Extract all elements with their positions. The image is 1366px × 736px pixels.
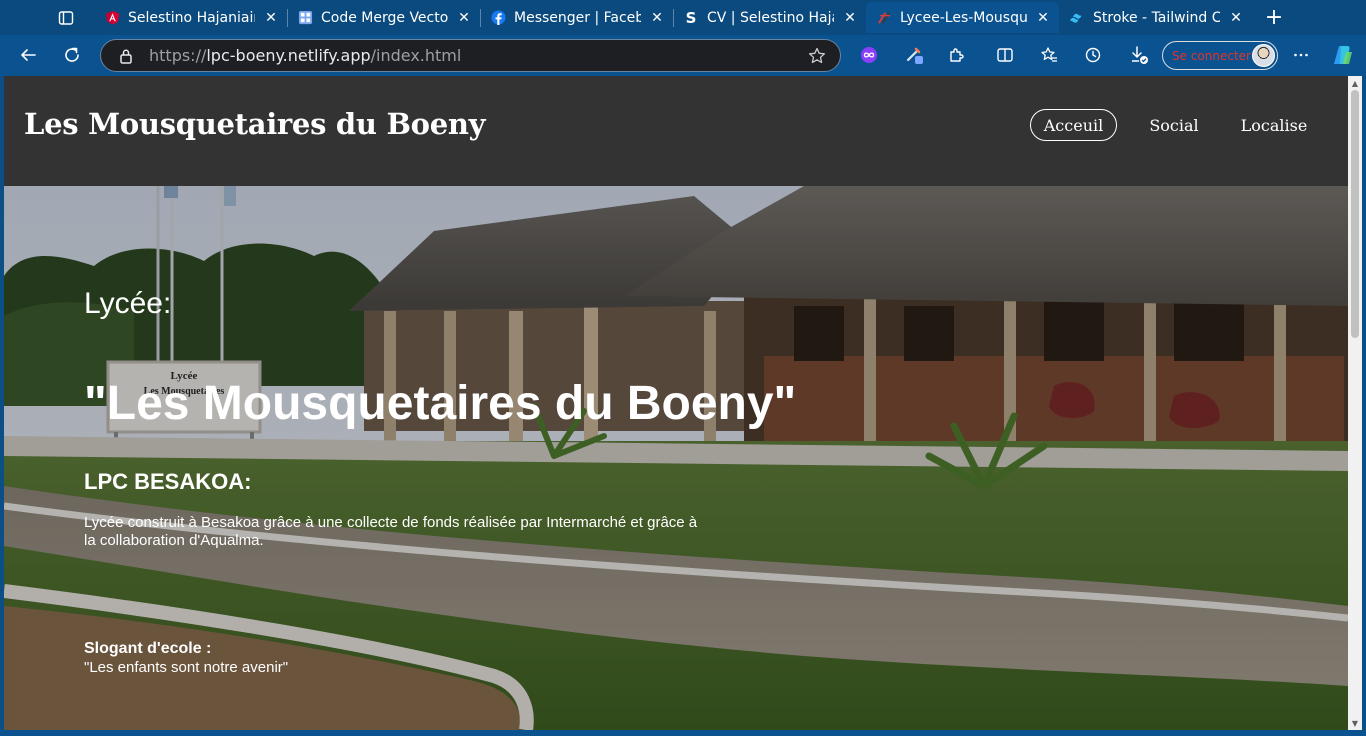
netlify-logo-icon xyxy=(876,10,892,26)
hero-section: Lycée Les Mousquetaires Lycée: "Les Mous… xyxy=(4,186,1348,730)
close-tab-icon[interactable]: ✕ xyxy=(842,10,858,26)
angular-logo-icon xyxy=(104,10,120,26)
reload-button[interactable] xyxy=(57,40,87,70)
tab-title: Lycee-Les-Mousquetaires xyxy=(900,9,1027,26)
back-button[interactable] xyxy=(13,40,43,70)
extension-copilot-button[interactable] xyxy=(854,40,884,70)
tab-title: Stroke - Tailwind CSS xyxy=(1093,9,1220,26)
split-screen-button[interactable] xyxy=(990,40,1020,70)
tab-messenger[interactable]: Messenger | Facebook ✕ xyxy=(480,2,673,33)
eyedropper-extension-icon xyxy=(906,47,923,64)
sign-in-label: Se connecter xyxy=(1172,48,1251,63)
s-logo-icon: S xyxy=(685,8,697,27)
tab-selestino[interactable]: Selestino Hajaniaina ✕ xyxy=(94,2,287,33)
hero-title: "Les Mousquetaires du Boeny" xyxy=(84,377,797,430)
tab-title: Selestino Hajaniaina xyxy=(128,9,255,26)
site-header: Les Mousquetaires du Boeny Acceuil Socia… xyxy=(4,76,1348,186)
nav-localise[interactable]: Localise xyxy=(1236,109,1312,141)
site-title: Les Mousquetaires du Boeny xyxy=(24,107,486,141)
new-tab-button[interactable]: + xyxy=(1260,4,1288,30)
extensions-button[interactable] xyxy=(942,40,972,70)
hero-label: Lycée: xyxy=(84,287,172,320)
close-tab-icon[interactable]: ✕ xyxy=(456,10,472,26)
more-dots-icon xyxy=(1294,53,1308,57)
slogan-text: "Les enfants sont notre avenir" xyxy=(84,659,289,676)
close-tab-icon[interactable]: ✕ xyxy=(263,10,279,26)
copilot-button[interactable] xyxy=(1328,40,1358,70)
url-path: /index.html xyxy=(370,46,462,65)
close-tab-icon[interactable]: ✕ xyxy=(1035,10,1051,26)
download-icon xyxy=(1132,46,1148,64)
favorites-button[interactable] xyxy=(1034,40,1064,70)
scrollbar-thumb[interactable] xyxy=(1351,90,1359,338)
favorite-star-icon[interactable] xyxy=(808,47,826,65)
history-button[interactable] xyxy=(1078,40,1108,70)
tab-actions-button[interactable] xyxy=(52,6,80,30)
nav-social[interactable]: Social xyxy=(1139,109,1209,141)
tab-lycee-active[interactable]: Lycee-Les-Mousquetaires ✕ xyxy=(866,2,1059,33)
page-viewport: Les Mousquetaires du Boeny Acceuil Socia… xyxy=(4,76,1362,730)
facebook-logo-icon xyxy=(490,10,506,26)
url-scheme: https:// xyxy=(149,46,207,65)
puzzle-icon xyxy=(950,48,964,62)
slogan-label: Slogant d'ecole : xyxy=(84,640,212,657)
url-text: https://lpc-boeny.netlify.app/index.html xyxy=(149,46,461,65)
history-icon xyxy=(1085,47,1101,63)
tab-title: CV | Selestino Hajaniaina xyxy=(707,9,834,26)
browser-toolbar: https://lpc-boeny.netlify.app/index.html… xyxy=(0,35,1366,76)
nav-accueil[interactable]: Acceuil xyxy=(1030,109,1117,141)
hero-subtitle: LPC BESAKOA: xyxy=(84,469,252,494)
lock-icon[interactable] xyxy=(117,47,135,65)
plus-icon: + xyxy=(1264,4,1284,30)
split-screen-icon xyxy=(997,48,1013,62)
downloads-button[interactable] xyxy=(1124,40,1154,70)
tab-strip: Selestino Hajaniaina ✕ Code Merge Vector… xyxy=(0,0,1366,35)
extension-dropper-button[interactable] xyxy=(900,40,930,70)
hero-description: Lycée construit à Besakoa grâce à une co… xyxy=(84,514,698,549)
infinity-extension-icon xyxy=(861,47,877,63)
close-tab-icon[interactable]: ✕ xyxy=(1228,10,1244,26)
settings-menu-button[interactable] xyxy=(1286,40,1316,70)
reload-icon xyxy=(65,47,79,62)
tab-cv[interactable]: S CV | Selestino Hajaniaina ✕ xyxy=(673,2,866,33)
copilot-icon xyxy=(1334,46,1352,64)
tab-title: Messenger | Facebook xyxy=(514,9,641,26)
tab-title: Code Merge Vector xyxy=(321,9,448,26)
scroll-down-arrow-icon[interactable]: ▼ xyxy=(1348,716,1362,730)
tailwind-logo-icon xyxy=(1069,10,1085,26)
page-scrollbar[interactable]: ▲ ▼ xyxy=(1348,76,1362,730)
avatar xyxy=(1252,44,1275,67)
scroll-up-arrow-icon[interactable]: ▲ xyxy=(1348,76,1362,90)
url-host: lpc-boeny.netlify.app xyxy=(206,46,371,65)
close-tab-icon[interactable]: ✕ xyxy=(649,10,665,26)
sign-in-button[interactable]: Se connecter xyxy=(1162,41,1278,70)
repo-logo-icon xyxy=(297,10,313,26)
address-bar[interactable]: https://lpc-boeny.netlify.app/index.html xyxy=(100,39,841,72)
favorites-list-icon xyxy=(1041,47,1057,62)
back-arrow-icon xyxy=(21,49,36,61)
tab-tailwind[interactable]: Stroke - Tailwind CSS ✕ xyxy=(1059,2,1252,33)
tab-code-merge[interactable]: Code Merge Vector ✕ xyxy=(287,2,480,33)
tab-actions-icon xyxy=(58,11,74,25)
browser-frame-bottom xyxy=(0,730,1366,736)
